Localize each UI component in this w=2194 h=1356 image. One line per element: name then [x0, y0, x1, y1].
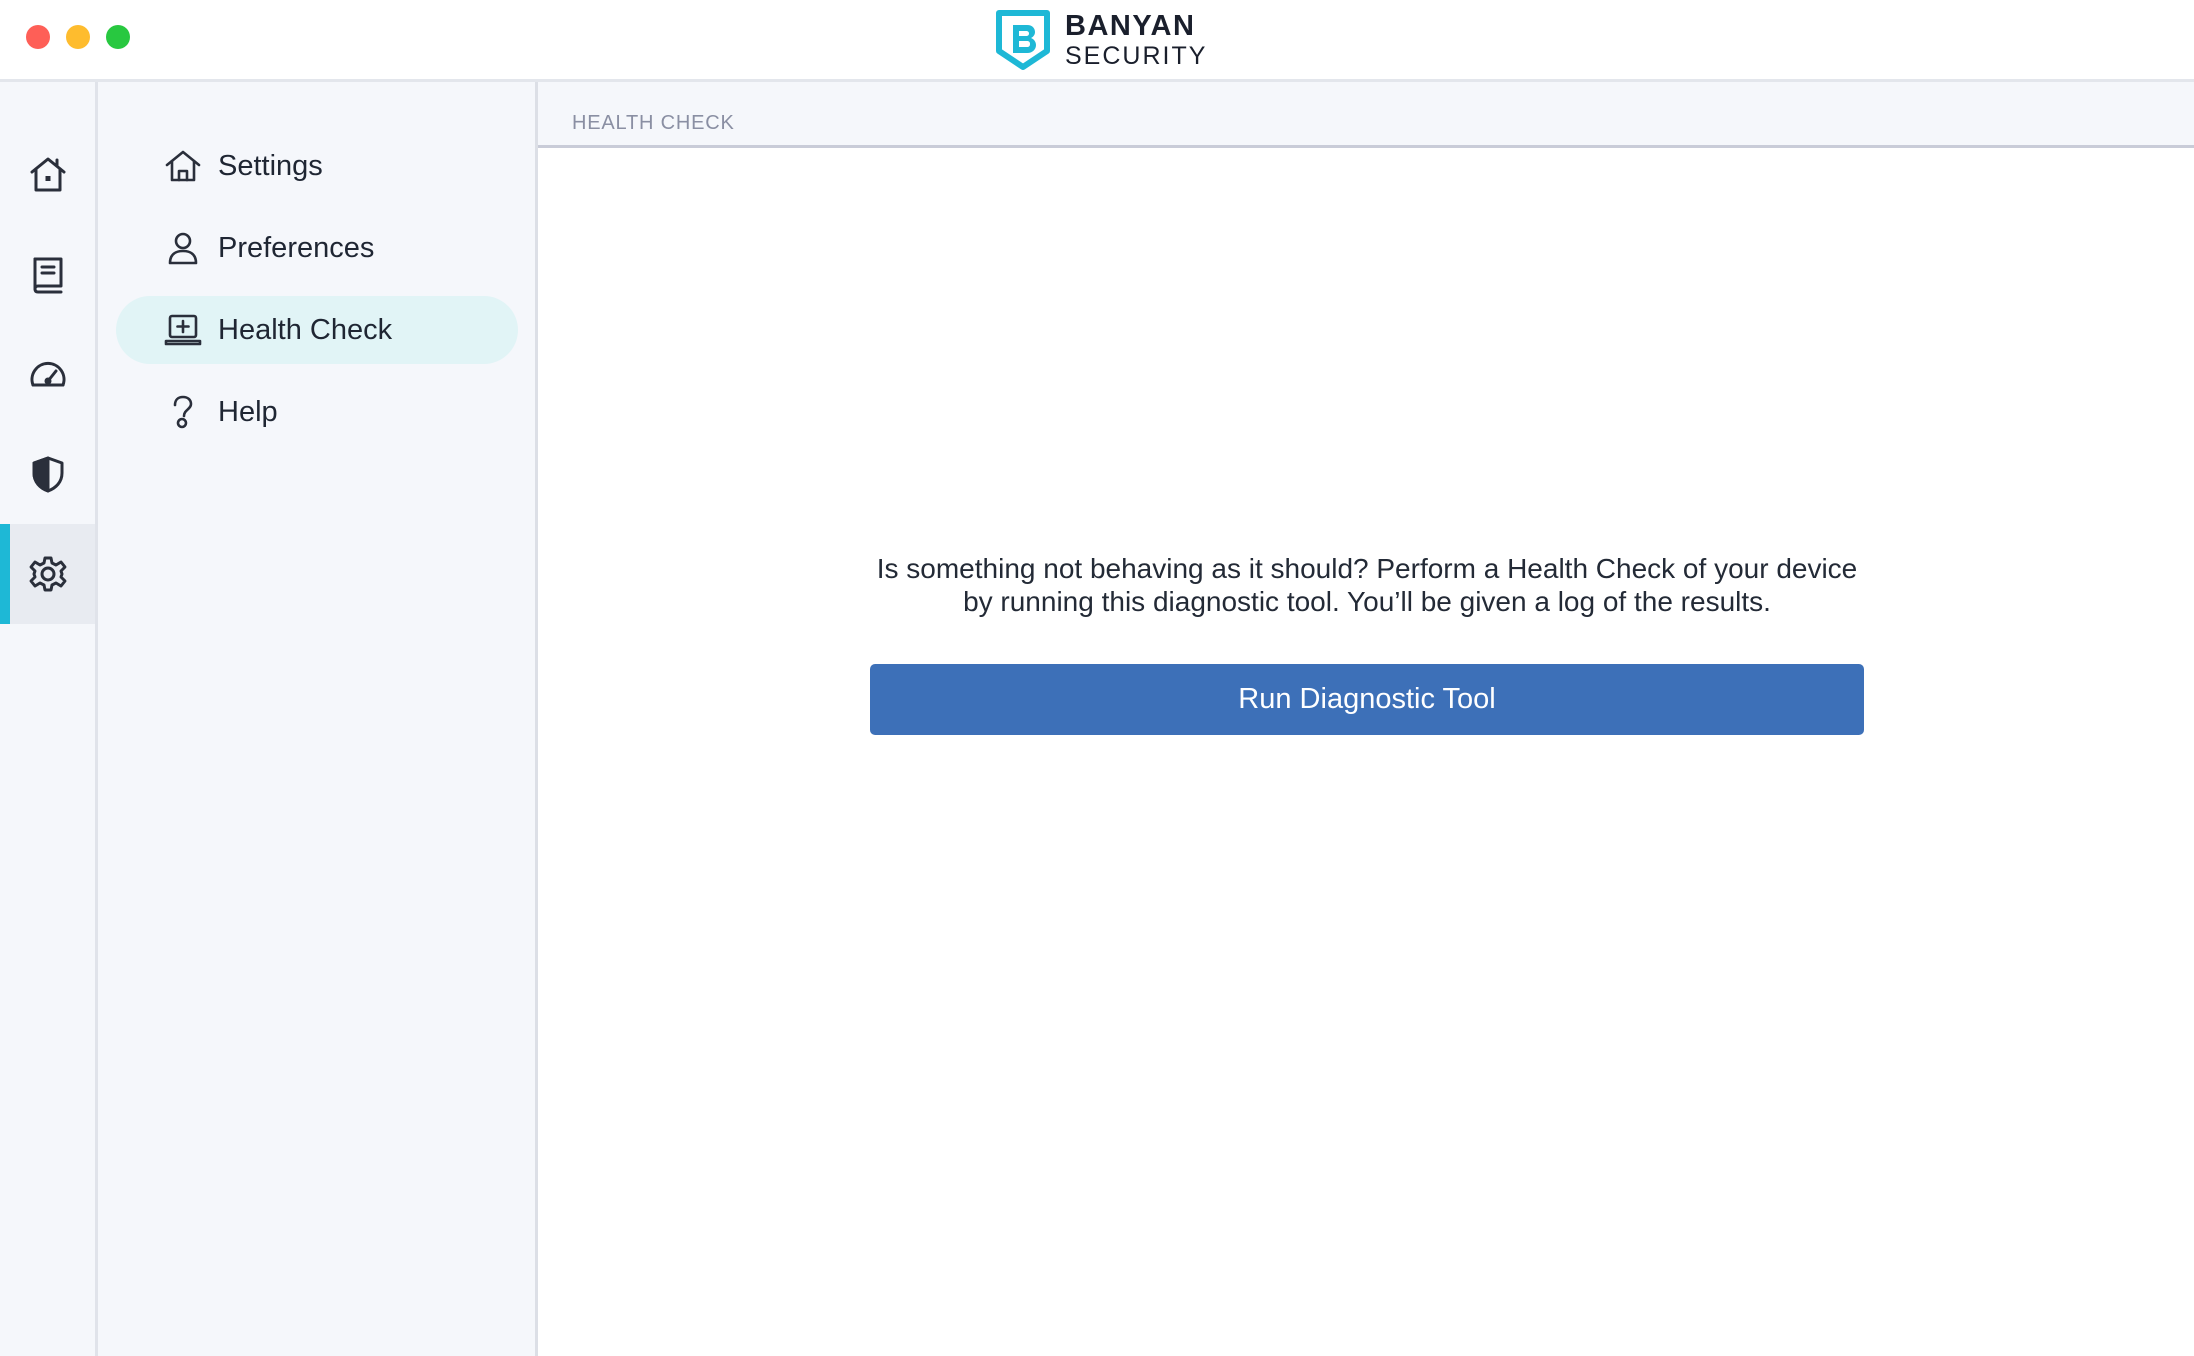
shield-icon: [32, 456, 63, 493]
brand-logo: BANYAN SECURITY: [995, 8, 1207, 72]
rail-item-home[interactable]: [0, 124, 95, 224]
question-icon: [173, 395, 193, 429]
rail-item-settings[interactable]: [0, 524, 95, 624]
gear-icon: [29, 556, 66, 592]
run-diagnostic-button[interactable]: Run Diagnostic Tool: [870, 664, 1864, 735]
app-window: BANYAN SECURITY Settings Preferences Hea…: [0, 0, 2194, 1356]
settings-sidebar: Settings Preferences Health Check Help: [98, 82, 538, 1356]
main-header: HEALTH CHECK: [538, 82, 2194, 148]
zoom-window-button[interactable]: [106, 25, 130, 49]
sidebar-item-label: Help: [218, 395, 278, 428]
brand-wordmark: BANYAN SECURITY: [1065, 9, 1208, 70]
sidebar-item-help[interactable]: Help: [116, 378, 518, 446]
book-icon: [33, 257, 62, 294]
sidebar-item-health-check[interactable]: Health Check: [116, 296, 518, 364]
speedometer-icon: [30, 362, 65, 387]
banyan-logo-icon: [996, 10, 1050, 70]
sidebar-item-settings[interactable]: Settings: [116, 132, 518, 200]
close-window-button[interactable]: [26, 25, 50, 49]
rail-item-security[interactable]: [0, 424, 95, 524]
title-bar: BANYAN SECURITY: [0, 0, 2194, 82]
rail-item-directory[interactable]: [0, 224, 95, 324]
icon-rail: [0, 82, 98, 1356]
home-icon: [30, 157, 65, 192]
sidebar-item-preferences[interactable]: Preferences: [116, 214, 518, 282]
sidebar-item-label: Health Check: [218, 313, 393, 346]
brand-line2: SECURITY: [1065, 41, 1208, 70]
sidebar-item-label: Preferences: [218, 231, 375, 264]
health-check-content: Is something not behaving as it should? …: [870, 552, 1864, 735]
main-panel: HEALTH CHECK Is something not behaving a…: [538, 82, 2194, 1356]
minimize-window-button[interactable]: [66, 25, 90, 49]
health-check-description: Is something not behaving as it should? …: [876, 553, 1858, 617]
laptop-plus-icon: [164, 314, 202, 346]
house-icon: [165, 150, 201, 182]
sidebar-item-label: Settings: [218, 149, 323, 182]
breadcrumb: HEALTH CHECK: [572, 112, 735, 134]
brand-line1: BANYAN: [1065, 9, 1196, 42]
rail-item-dashboard[interactable]: [0, 324, 95, 424]
user-icon: [168, 232, 198, 265]
